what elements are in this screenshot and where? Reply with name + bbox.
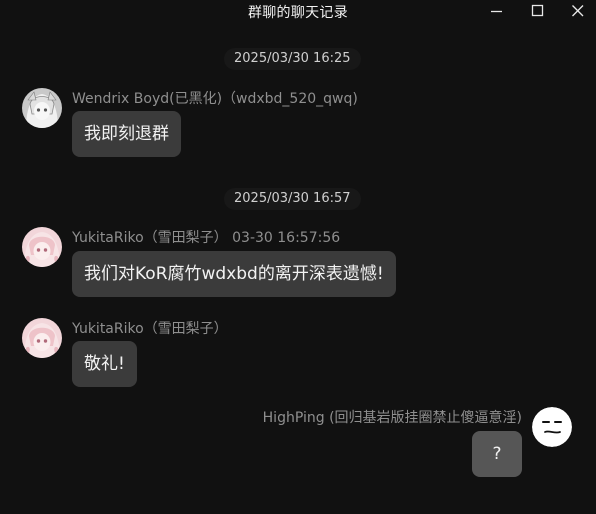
avatar[interactable] <box>22 318 62 358</box>
avatar-anime-girl-pink <box>22 227 62 267</box>
close-icon <box>572 5 584 17</box>
avatar[interactable] <box>22 88 62 128</box>
sender-name[interactable]: HighPing (回归基岩版挂圈禁止傻逼意淫) <box>263 407 522 427</box>
message-bubble[interactable]: 我们对KoR腐竹wdxbd的离开深表遗憾! <box>72 251 396 297</box>
avatar-awkward-face-icon <box>532 407 572 447</box>
message-bubble[interactable]: 敬礼! <box>72 341 137 387</box>
avatar[interactable] <box>22 227 62 267</box>
maximize-button[interactable] <box>517 0 557 24</box>
minimize-button[interactable] <box>476 0 516 24</box>
title-bar: 群聊的聊天记录 <box>0 0 596 27</box>
timestamp-divider: 2025/03/30 16:57 <box>224 188 361 210</box>
avatar[interactable] <box>532 407 572 447</box>
avatar-anime-girl-pink <box>22 318 62 358</box>
sender-name[interactable]: Wendrix Boyd(已黑化)（wdxbd_520_qwq) <box>72 88 358 108</box>
close-button[interactable] <box>557 0 596 24</box>
timestamp-divider: 2025/03/30 16:25 <box>224 48 361 70</box>
sender-name[interactable]: YukitaRiko（雪田梨子） <box>72 318 228 338</box>
chat-history-window: 群聊的聊天记录 2025/03/30 16:25 Wendrix Boyd(已黑… <box>0 0 596 514</box>
sender-name-with-time[interactable]: YukitaRiko（雪田梨子） 03-30 16:57:56 <box>72 227 340 247</box>
avatar-anime-girl-grayscale <box>22 88 62 128</box>
minimize-icon <box>491 10 502 13</box>
message-bubble-self[interactable]: ? <box>472 431 522 477</box>
maximize-icon <box>531 4 544 17</box>
message-bubble[interactable]: 我即刻退群 <box>72 111 181 157</box>
